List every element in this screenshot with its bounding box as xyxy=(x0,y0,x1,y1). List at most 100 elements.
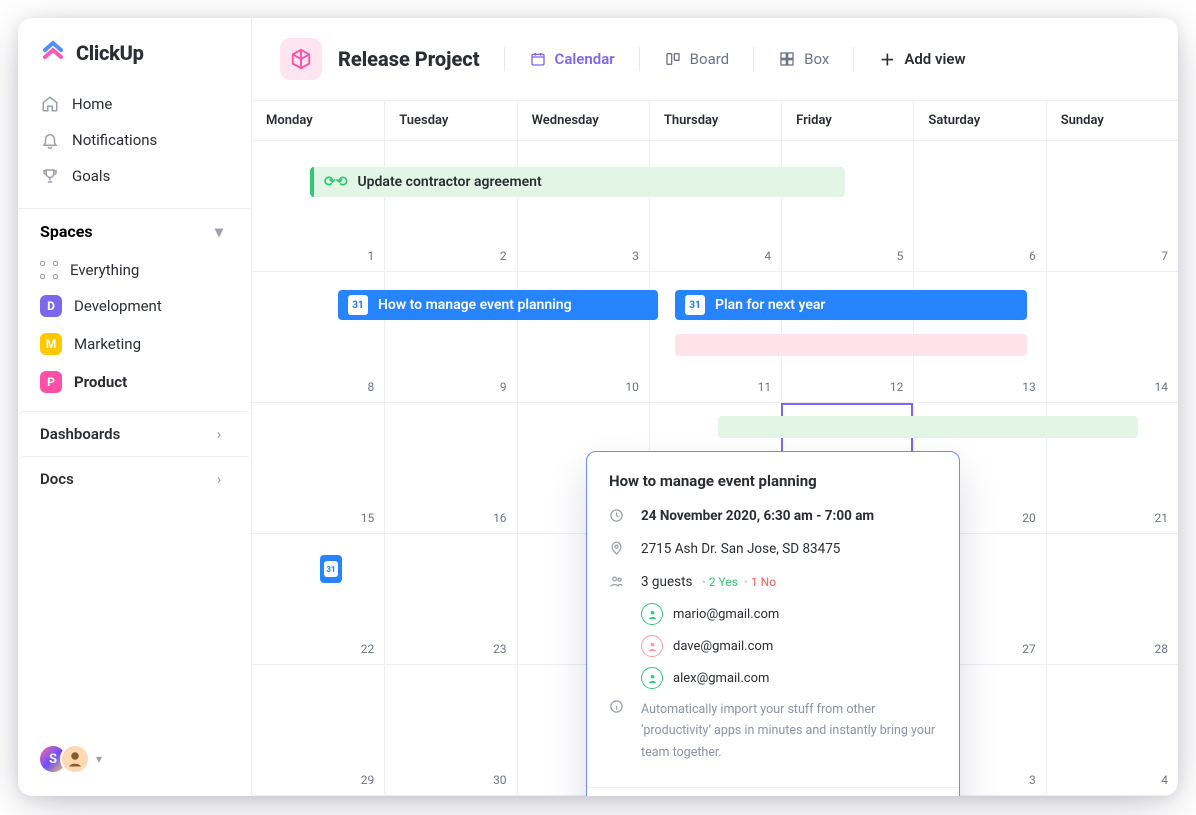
calendar-cell[interactable]: 3 xyxy=(517,141,649,272)
add-view-button[interactable]: ＋ Add view xyxy=(878,50,965,68)
calendar-cell[interactable]: 15 xyxy=(252,403,384,534)
space-label: Product xyxy=(74,373,127,391)
popover-title: How to manage event planning xyxy=(609,472,937,490)
calendar-cell[interactable]: 30 xyxy=(384,665,516,796)
calendar-cell[interactable]: 7 xyxy=(1046,141,1178,272)
calendar-cell[interactable]: 4 xyxy=(649,141,781,272)
chevron-down-icon: ▾ xyxy=(209,221,229,241)
person-icon xyxy=(641,603,663,625)
calendar-cell[interactable]: 4 xyxy=(1046,665,1178,796)
separator xyxy=(504,47,505,71)
day-number: 3 xyxy=(632,249,639,263)
event-update-contractor[interactable]: ⟳⟲ Update contractor agreement xyxy=(310,167,845,197)
calendar-body: 1234567891011121314151617181920212223242… xyxy=(252,141,1178,796)
person-icon xyxy=(641,635,663,657)
spaces-header[interactable]: Spaces ▾ xyxy=(18,208,251,253)
view-calendar[interactable]: Calendar xyxy=(529,50,615,68)
day-header: Saturday xyxy=(913,101,1045,140)
board-icon xyxy=(664,50,682,68)
day-number: 10 xyxy=(625,380,639,394)
view-board[interactable]: Board xyxy=(664,50,729,68)
space-item-development[interactable]: D Development xyxy=(28,287,241,325)
day-number: 22 xyxy=(361,642,375,656)
nav-home[interactable]: Home xyxy=(28,86,241,122)
space-everything[interactable]: Everything xyxy=(28,253,241,287)
calendar-badge-icon: 31 xyxy=(348,295,368,315)
space-item-product[interactable]: P Product xyxy=(28,363,241,401)
calendar-cell[interactable]: 2 xyxy=(384,141,516,272)
spaces-list: Everything D Development M Marketing P P… xyxy=(18,253,251,411)
location-icon xyxy=(609,541,627,560)
calendar-cell[interactable]: 28 xyxy=(1046,534,1178,665)
section-dashboards-label: Dashboards xyxy=(40,425,120,443)
day-number: 15 xyxy=(361,511,375,525)
separator xyxy=(853,47,854,71)
spaces-header-label: Spaces xyxy=(40,222,93,241)
view-box-label: Box xyxy=(804,50,829,68)
calendar-cell[interactable]: 1 xyxy=(252,141,384,272)
logo[interactable]: ClickUp xyxy=(18,18,251,76)
separator xyxy=(753,47,754,71)
calendar-cell[interactable]: 14 xyxy=(1046,272,1178,403)
day-number: 21 xyxy=(1155,511,1169,525)
nav-notif-label: Notifications xyxy=(72,131,157,149)
plus-icon: ＋ xyxy=(878,50,896,68)
everything-icon xyxy=(40,261,58,279)
nav-goals[interactable]: Goals xyxy=(28,158,241,194)
bell-icon xyxy=(40,130,60,150)
view-box[interactable]: Box xyxy=(778,50,829,68)
event-manage-planning[interactable]: 31 How to manage event planning xyxy=(338,290,658,320)
nav-notifications[interactable]: Notifications xyxy=(28,122,241,158)
day-number: 30 xyxy=(493,773,507,787)
event-label: Plan for next year xyxy=(715,297,825,313)
add-view-label: Add view xyxy=(904,50,965,68)
nav-goals-label: Goals xyxy=(72,167,110,185)
calendar-header: Monday Tuesday Wednesday Thursday Friday… xyxy=(252,100,1178,141)
event-plan-next-year[interactable]: 31 Plan for next year xyxy=(675,290,1027,320)
main: Release Project Calendar Board Box ＋ Add… xyxy=(252,18,1178,796)
day-number: 13 xyxy=(1022,380,1036,394)
calendar-icon xyxy=(529,50,547,68)
popover-footer: View in Calendar xyxy=(587,787,959,796)
section-docs[interactable]: Docs › xyxy=(18,456,251,501)
space-item-marketing[interactable]: M Marketing xyxy=(28,325,241,363)
topbar: Release Project Calendar Board Box ＋ Add… xyxy=(252,18,1178,100)
calendar-badge-icon: 31 xyxy=(324,561,338,577)
chevron-right-icon: › xyxy=(209,469,229,489)
day-number: 20 xyxy=(1022,511,1036,525)
event-blue-snippet[interactable]: 31 xyxy=(320,555,342,583)
event-green-2[interactable] xyxy=(718,416,1138,438)
calendar-cell[interactable]: 29 xyxy=(252,665,384,796)
calendar-cell[interactable]: 23 xyxy=(384,534,516,665)
day-number: 28 xyxy=(1155,642,1169,656)
day-header: Monday xyxy=(252,101,384,140)
day-header: Friday xyxy=(781,101,913,140)
day-number: 23 xyxy=(493,642,507,656)
day-number: 4 xyxy=(764,249,771,263)
guests-no: 1 No xyxy=(751,575,776,589)
event-label: How to manage event planning xyxy=(378,297,572,313)
popover-datetime-row: 24 November 2020, 6:30 am - 7:00 am xyxy=(609,508,937,527)
guest-row: mario@gmail.com xyxy=(641,603,937,625)
day-number: 27 xyxy=(1022,642,1036,656)
event-popover: How to manage event planning 24 November… xyxy=(586,451,960,796)
calendar-cell[interactable]: 16 xyxy=(384,403,516,534)
calendar-cell[interactable]: 5 xyxy=(781,141,913,272)
event-pink[interactable] xyxy=(675,334,1027,356)
popover-description-row: Automatically import your stuff from oth… xyxy=(609,699,937,763)
sidebar: ClickUp Home Notifications Goals Spaces … xyxy=(18,18,252,796)
guest-row: dave@gmail.com xyxy=(641,635,937,657)
user-switcher[interactable]: S ▾ xyxy=(18,728,251,796)
day-number: 4 xyxy=(1161,773,1168,787)
space-badge: M xyxy=(40,333,62,355)
space-badge: P xyxy=(40,371,62,393)
calendar-cell[interactable]: 6 xyxy=(913,141,1045,272)
section-docs-label: Docs xyxy=(40,470,74,488)
people-icon xyxy=(609,574,627,593)
calendar-cell[interactable]: 22 xyxy=(252,534,384,665)
guest-row: alex@gmail.com xyxy=(641,667,937,689)
chevron-right-icon: › xyxy=(209,424,229,444)
day-header: Thursday xyxy=(649,101,781,140)
guest-list: mario@gmail.com dave@gmail.com alex@gmai… xyxy=(641,603,937,689)
section-dashboards[interactable]: Dashboards › xyxy=(18,411,251,456)
